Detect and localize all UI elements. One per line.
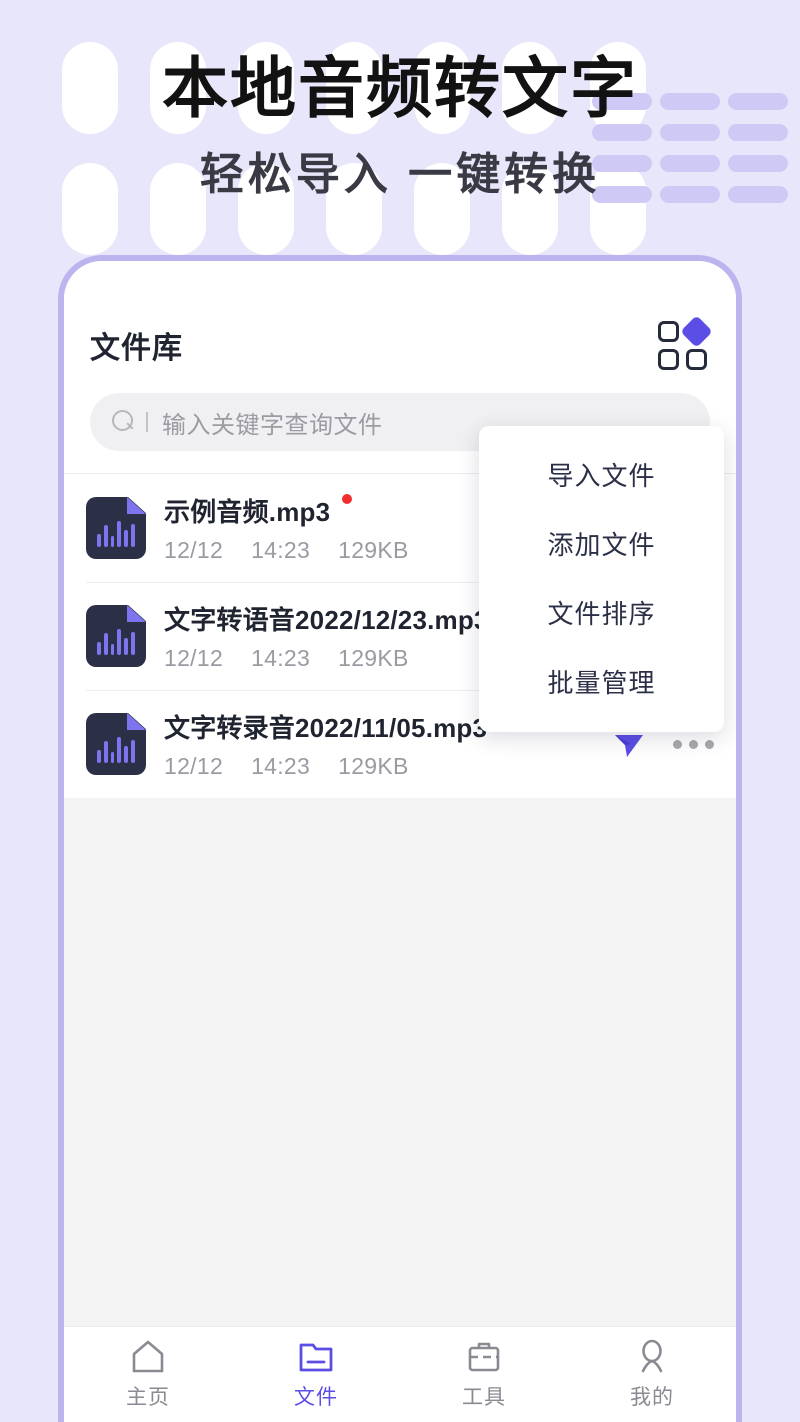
audio-file-icon	[86, 713, 146, 775]
tab-home[interactable]: 主页	[64, 1338, 232, 1411]
file-time: 14:23	[251, 645, 311, 671]
waveform-icon	[97, 517, 135, 547]
app-header: 文件库	[64, 261, 736, 373]
tab-home-label: 主页	[126, 1386, 170, 1409]
file-date: 12/12	[164, 645, 224, 671]
file-size: 129KB	[338, 645, 409, 671]
page-title: 文件库	[90, 332, 183, 365]
bottom-navigation: 主页 文件 工具 我的	[64, 1326, 736, 1422]
folder-icon	[299, 1343, 333, 1372]
promo-screenshot: 本地音频转文字 轻松导入 一键转换 文件库 输入关键字查询文件 示例音频.mp3…	[0, 0, 800, 1422]
app-screen: 文件库 输入关键字查询文件 示例音频.mp3 12/12 14:23 129KB…	[64, 261, 736, 1422]
unread-badge	[342, 494, 353, 504]
grid-view-icon[interactable]	[658, 315, 713, 373]
grid-diamond-top-right	[680, 315, 713, 348]
phone-mockup: 文件库 输入关键字查询文件 示例音频.mp3 12/12 14:23 129KB…	[58, 255, 742, 1422]
hero-subtitle: 轻松导入 一键转换	[199, 149, 601, 199]
menu-item-add[interactable]: 添加文件	[479, 509, 724, 578]
tab-files[interactable]: 文件	[232, 1338, 400, 1411]
file-date: 12/12	[164, 753, 224, 779]
hero-banner: 本地音频转文字 轻松导入 一键转换	[0, 51, 800, 202]
menu-item-sort[interactable]: 文件排序	[479, 578, 724, 647]
empty-content-area	[64, 798, 736, 1326]
file-date: 12/12	[164, 537, 224, 563]
person-icon	[641, 1339, 663, 1373]
file-name: 文字转录音2022/11/05.mp3	[164, 713, 488, 743]
tab-profile-label: 我的	[630, 1386, 674, 1409]
more-options-icon[interactable]	[673, 739, 714, 749]
toolbox-icon	[468, 1342, 500, 1372]
tab-tools-label: 工具	[462, 1386, 506, 1409]
text-cursor	[146, 412, 148, 432]
audio-file-icon	[86, 605, 146, 667]
context-menu: 导入文件 添加文件 文件排序 批量管理	[479, 426, 724, 732]
file-time: 14:23	[251, 753, 311, 779]
waveform-icon	[97, 733, 135, 763]
audio-file-icon	[86, 497, 146, 559]
tab-profile[interactable]: 我的	[568, 1338, 736, 1411]
file-info: 12/12 14:23 129KB	[164, 753, 601, 780]
search-icon	[112, 410, 136, 434]
search-placeholder: 输入关键字查询文件	[162, 411, 383, 439]
grid-square-bottom-left	[658, 349, 679, 370]
file-time: 14:23	[251, 537, 311, 563]
file-name: 示例音频.mp3	[164, 497, 331, 527]
menu-item-batch[interactable]: 批量管理	[479, 647, 724, 716]
tab-tools[interactable]: 工具	[400, 1338, 568, 1411]
file-size: 129KB	[338, 537, 409, 563]
menu-item-import[interactable]: 导入文件	[479, 440, 724, 509]
file-name: 文字转语音2022/12/23.mp3	[164, 605, 489, 635]
file-size: 129KB	[338, 753, 409, 779]
waveform-icon	[97, 625, 135, 655]
grid-square-top-left	[658, 321, 679, 342]
home-icon	[132, 1340, 164, 1373]
tab-files-label: 文件	[294, 1386, 338, 1409]
hero-title: 本地音频转文字	[162, 51, 638, 125]
grid-square-bottom-right	[686, 349, 707, 370]
